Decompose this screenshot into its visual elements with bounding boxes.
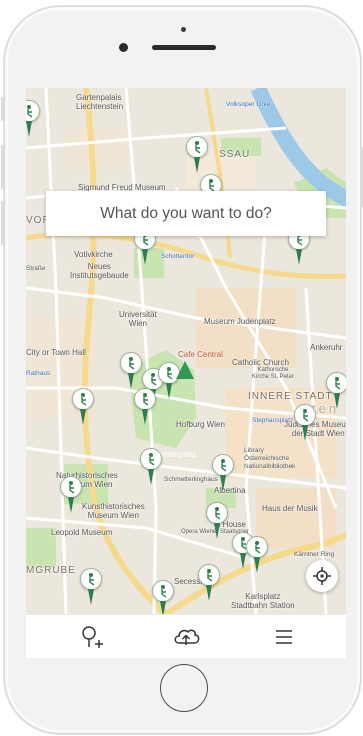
map-label-votivkirche: Votivkirche bbox=[74, 250, 113, 259]
pin-plus-icon bbox=[82, 626, 103, 648]
map-label-gartenpalais: Gartenpalais Liechtenstein bbox=[76, 93, 124, 111]
map-label-rossau: SSAU bbox=[219, 149, 251, 160]
map-marker[interactable] bbox=[80, 568, 102, 608]
map-marker[interactable] bbox=[72, 388, 94, 428]
app-screen: Gartenpalais Liechtenstein Volksoper Lin… bbox=[26, 88, 346, 658]
map-label-strasse: Straße bbox=[26, 265, 46, 272]
map-label-haus-der-musik: Haus der Musik bbox=[262, 504, 318, 513]
map-label-leopold: Leopold Museum bbox=[51, 528, 113, 537]
hamburger-menu-icon bbox=[276, 630, 292, 644]
map-label-library: Library Österreichische Nationalbiblioth… bbox=[244, 447, 296, 470]
map-label-institut: Neues Institutsgebaude bbox=[70, 262, 129, 280]
map-label-cafe-central: Cafe Central bbox=[178, 350, 223, 359]
map-label-schmetterlinghaus: Schmetterlinghaus bbox=[164, 476, 218, 483]
menu-button[interactable] bbox=[270, 623, 298, 651]
map-label-volksoper: Volksoper Linie bbox=[226, 101, 271, 108]
search-input[interactable]: What do you want to do? bbox=[46, 191, 326, 236]
current-location-arrow-icon bbox=[176, 361, 194, 379]
map-marker[interactable] bbox=[152, 580, 174, 614]
map-label-universitaet: Universität Wien bbox=[119, 310, 157, 328]
crosshair-icon bbox=[313, 567, 331, 585]
upload-button[interactable] bbox=[172, 623, 200, 651]
map-marker[interactable] bbox=[326, 372, 346, 412]
map-label-karlsplatz: Karlsplatz Stadtbahn Station bbox=[231, 592, 295, 610]
map-marker[interactable] bbox=[60, 476, 82, 516]
map-label-kaerntner-ring: Kärntner Ring bbox=[294, 551, 335, 558]
map-label-judenplatz: Museum Judenplatz bbox=[204, 317, 276, 326]
map-marker[interactable] bbox=[186, 136, 208, 176]
earpiece-speaker bbox=[152, 45, 216, 50]
bottom-tab-bar bbox=[26, 614, 346, 658]
map-marker[interactable] bbox=[120, 352, 142, 392]
map-label-mgrube: MGRUBE bbox=[26, 565, 76, 576]
map-marker[interactable] bbox=[206, 502, 228, 542]
cloud-upload-icon bbox=[174, 629, 200, 645]
map-marker[interactable] bbox=[212, 454, 234, 494]
map-label-hofburg: Hofburg Wien bbox=[176, 420, 225, 429]
map-marker[interactable] bbox=[246, 536, 268, 576]
map-label-schottentor: Schottentor bbox=[161, 253, 195, 260]
volume-up-button bbox=[1, 145, 4, 189]
map-label-innere-stadt: INNERE STADT bbox=[248, 391, 333, 402]
proximity-sensor bbox=[181, 27, 186, 32]
home-button[interactable] bbox=[160, 664, 208, 712]
map-label-rathaus: Rathaus bbox=[26, 370, 51, 377]
map-marker[interactable] bbox=[294, 404, 316, 444]
map-marker[interactable] bbox=[26, 100, 40, 140]
map-marker[interactable] bbox=[134, 388, 156, 428]
add-location-button[interactable] bbox=[78, 623, 106, 651]
map-view[interactable]: Gartenpalais Liechtenstein Volksoper Lin… bbox=[26, 88, 346, 614]
map-label-catholic-church: Catholic Church bbox=[232, 358, 289, 367]
volume-down-button bbox=[1, 201, 4, 245]
front-camera bbox=[119, 43, 128, 52]
map-label-rathaus-hall: City or Town Hall bbox=[26, 348, 86, 357]
locate-me-button[interactable] bbox=[306, 560, 338, 592]
map-marker[interactable] bbox=[198, 564, 220, 604]
map-label-katholische-kirche: Katholische Kirche St. Peter bbox=[252, 367, 295, 380]
mute-switch bbox=[1, 97, 4, 121]
map-label-kunsthistorisches: Kunsthistorisches Museum Wien bbox=[82, 502, 145, 520]
map-marker[interactable] bbox=[140, 448, 162, 488]
map-label-ankeruhr: Ankeruhr bbox=[310, 343, 343, 352]
